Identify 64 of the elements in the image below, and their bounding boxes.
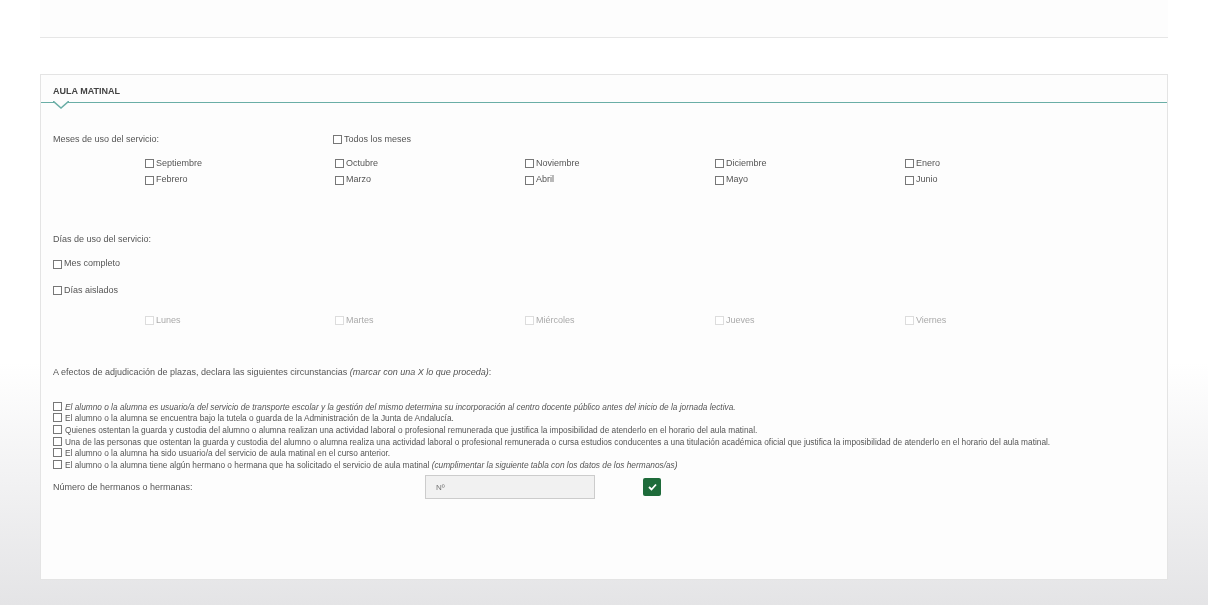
checkbox-option[interactable]: Días aislados bbox=[53, 284, 119, 298]
field-label: Meses de uso del servicio: bbox=[53, 133, 161, 146]
checkbox[interactable] bbox=[715, 159, 724, 168]
check-icon bbox=[647, 483, 657, 492]
checkbox[interactable] bbox=[145, 175, 154, 185]
checkbox[interactable] bbox=[53, 459, 62, 469]
checkbox-option[interactable]: Marzo bbox=[335, 173, 525, 187]
checkbox-label: Septiembre bbox=[156, 156, 203, 170]
checkbox-label: Octubre bbox=[346, 156, 378, 170]
field-label: Días de uso del servicio: bbox=[53, 232, 153, 246]
declaration-text: El alumno o la alumna tiene algún hermano o hermana que ha solicitado el servicio de aula matinal (cumplimentar la siguiente tabla con los datos de los hermanos/as) bbox=[65, 459, 678, 470]
declaration-text: El alumno o la alumna ha sido usuario/a del servicio de aula matinal en el curso anterior. bbox=[65, 448, 391, 459]
instruction-text: A efectos de adjudicación de plazas, declara las siguientes circunstancias (marcar con una X lo que proceda): bbox=[53, 366, 493, 380]
checkbox[interactable] bbox=[525, 175, 534, 185]
checkbox[interactable] bbox=[53, 413, 62, 423]
checkbox-label: Marzo bbox=[346, 173, 371, 187]
checkbox-option[interactable]: Noviembre bbox=[525, 156, 715, 171]
declaration-text: Quienes ostentan la guarda y custodia del alumno o alumna realizan una actividad laboral o profesional remunerada que justifica la imposibilidad de atenderlo en el horario del aula matinal. bbox=[65, 424, 758, 435]
checkbox-label: Lunes bbox=[156, 313, 181, 327]
checkbox[interactable] bbox=[53, 424, 62, 434]
checkbox-label: Todos los meses bbox=[344, 133, 412, 146]
checkbox-label: Mayo bbox=[726, 173, 748, 187]
siblings-count-field[interactable]: Nº bbox=[425, 475, 595, 500]
checkbox-option[interactable]: Todos los meses bbox=[333, 133, 412, 147]
checkbox[interactable] bbox=[53, 401, 62, 411]
confirm-button[interactable] bbox=[643, 478, 661, 497]
checkbox[interactable] bbox=[53, 259, 62, 269]
checkbox[interactable] bbox=[53, 286, 62, 296]
checkbox-label: Mes completo bbox=[64, 257, 121, 271]
checkbox[interactable] bbox=[53, 448, 62, 458]
checkbox-option[interactable]: Junio bbox=[905, 173, 1095, 187]
checkbox[interactable] bbox=[333, 135, 342, 145]
section-title: AULA MATINAL bbox=[53, 86, 120, 96]
checkbox-label: Diciembre bbox=[726, 156, 767, 170]
checkbox-option[interactable]: Febrero bbox=[145, 173, 335, 187]
checkbox-label: Noviembre bbox=[536, 156, 580, 170]
checkbox-label: Jueves bbox=[726, 313, 755, 327]
declaration-text: El alumno o la alumna es usuario/a del servicio de transporte escolar y la gestión del mismo determina su incorporación al centro docente público antes del inicio de la jornada lectiva. bbox=[65, 401, 736, 412]
checkbox[interactable] bbox=[145, 159, 154, 168]
checkbox-label: Abril bbox=[536, 173, 554, 187]
checkbox[interactable] bbox=[525, 159, 534, 168]
checkbox-option[interactable]: Mayo bbox=[715, 173, 905, 187]
checkbox[interactable] bbox=[53, 436, 62, 446]
checkbox[interactable] bbox=[905, 159, 914, 168]
checkbox[interactable] bbox=[715, 175, 724, 185]
checkbox-label: Febrero bbox=[156, 173, 188, 187]
checkbox-label: Viernes bbox=[916, 313, 947, 327]
checkbox[interactable] bbox=[335, 159, 344, 168]
checkbox[interactable] bbox=[335, 175, 344, 185]
checkbox-option[interactable]: Abril bbox=[525, 173, 715, 187]
checkbox-label: Miércoles bbox=[536, 313, 575, 327]
checkbox-option[interactable]: Septiembre bbox=[145, 156, 335, 171]
checkbox-label: Martes bbox=[346, 313, 374, 327]
checkbox-label: Junio bbox=[916, 173, 938, 187]
checkbox-option[interactable]: Octubre bbox=[335, 156, 525, 171]
checkbox-option[interactable]: Mes completo bbox=[53, 257, 121, 271]
declaration-text: El alumno o la alumna se encuentra bajo la tutela o guarda de la Administración de la Junta de Andalucía. bbox=[65, 413, 454, 424]
field-label: Número de hermanos o hermanas: bbox=[53, 480, 194, 494]
checkbox-label: Días aislados bbox=[64, 284, 119, 297]
checkbox[interactable] bbox=[905, 175, 914, 185]
checkbox-option[interactable]: Enero bbox=[905, 156, 1095, 171]
checkbox-label: Enero bbox=[916, 156, 941, 170]
checkbox-option[interactable]: Diciembre bbox=[715, 156, 905, 171]
declaration-text: Una de las personas que ostentan la guarda y custodia del alumno o alumna realiza una actividad laboral o profesional remunerada o cursa estudios conducentes a una titulación académica oficial que justifica la imposibilidad de atenderlo en el horario del aula matinal. bbox=[65, 436, 1051, 447]
